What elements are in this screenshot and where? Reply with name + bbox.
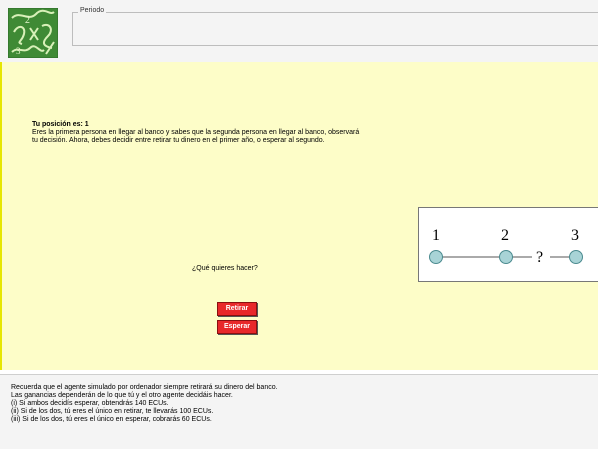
node-2-label: 2 (501, 227, 509, 244)
footer-line-2: Las ganancias dependerán de lo que tú y … (11, 392, 233, 399)
period-fieldset: Periodo (72, 7, 598, 46)
svg-text:2: 2 (25, 15, 30, 26)
footer-line-3: (i) Si ambos decidís esperar, obtendrás … (11, 400, 169, 407)
footer-line-4: (ii) Si de los dos, tú eres el único en … (11, 408, 214, 415)
node-1 (429, 250, 443, 264)
footer-line-5: (iii) Si de los dos, tú eres el único en… (11, 416, 212, 423)
intro-text: Tu posición es: 1 Eres la primera person… (32, 121, 432, 145)
footer-text: Recuerda que el agente simulado por orde… (11, 384, 278, 424)
position-title: Tu posición es: 1 (32, 121, 89, 128)
node-3 (569, 250, 583, 264)
node-3-label: 3 (571, 227, 579, 244)
unknown-label: ? (536, 249, 543, 266)
question-text: ¿Qué quieres hacer? (192, 265, 258, 272)
logo: 2 3 (7, 7, 59, 59)
node-1-label: 1 (432, 227, 440, 244)
instruction-line-2: tu decisión. Ahora, debes decidir entre … (32, 137, 325, 144)
instruction-line-1: Eres la primera persona en llegar al ban… (32, 129, 360, 136)
main-panel: Tu posición es: 1 Eres la primera person… (0, 62, 598, 370)
esperar-button[interactable]: Esperar (217, 320, 257, 334)
footer-line-1: Recuerda que el agente simulado por orde… (11, 384, 278, 391)
top-bar: 2 3 Periodo (0, 0, 598, 63)
period-legend: Periodo (78, 7, 107, 14)
position-diagram: 1 2 3 ? (418, 207, 598, 282)
footer-panel: Recuerda que el agente simulado por orde… (0, 374, 598, 449)
retirar-button[interactable]: Retirar (217, 302, 257, 316)
node-2 (499, 250, 513, 264)
svg-text:3: 3 (16, 46, 21, 56)
